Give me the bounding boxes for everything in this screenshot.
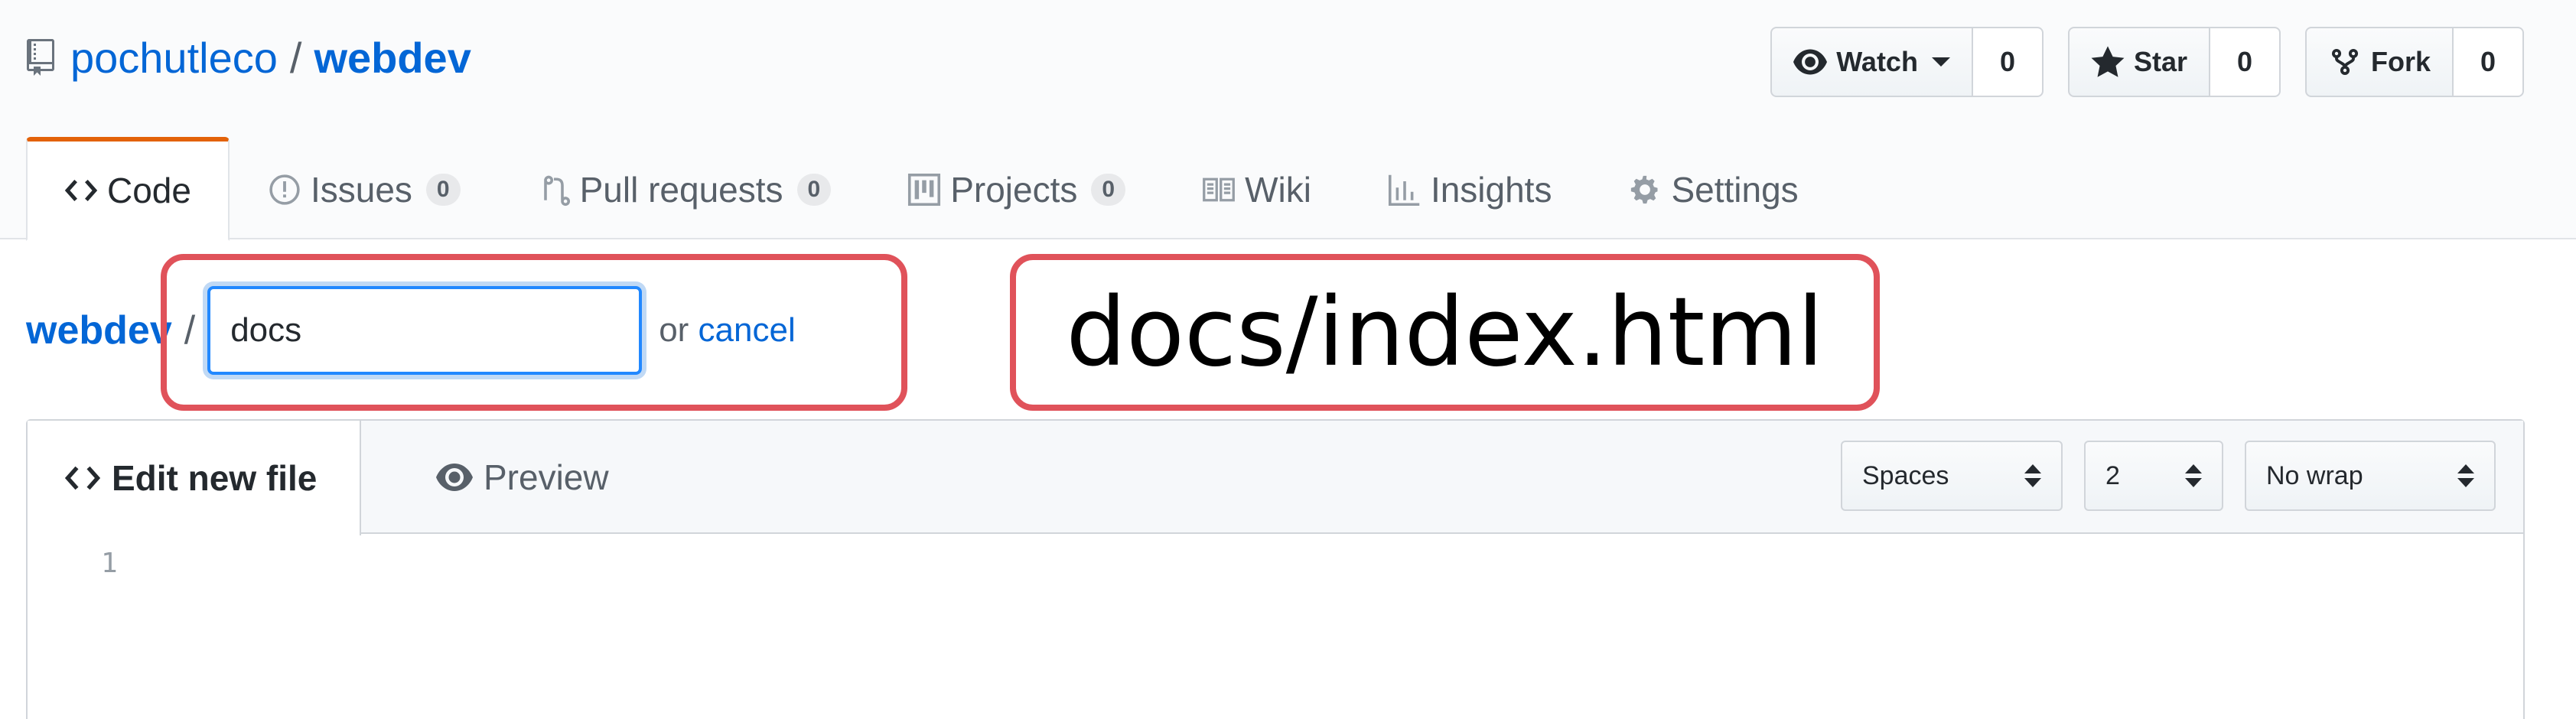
issues-counter: 0 bbox=[425, 174, 461, 206]
eye-icon bbox=[1793, 49, 1828, 75]
watch-button[interactable]: Watch bbox=[1770, 27, 1973, 97]
pull-requests-counter: 0 bbox=[796, 174, 832, 206]
pagehead-actions: Watch 0 Star 0 Fork 0 bbox=[1770, 27, 2524, 97]
star-label: Star bbox=[2133, 46, 2187, 77]
tab-projects-label: Projects bbox=[950, 170, 1078, 210]
repo-name-link[interactable]: webdev bbox=[314, 33, 471, 83]
tab-settings-label: Settings bbox=[1671, 170, 1799, 210]
watch-group: Watch 0 bbox=[1770, 27, 2044, 97]
tab-wiki-label: Wiki bbox=[1245, 170, 1311, 210]
line-number-gutter: 1 bbox=[101, 548, 118, 579]
tab-wiki[interactable]: Wiki bbox=[1164, 137, 1350, 239]
tab-preview[interactable]: Preview bbox=[399, 421, 646, 534]
repo-icon bbox=[27, 39, 54, 76]
issue-icon bbox=[269, 174, 300, 205]
editor-options: Spaces 2 No wrap bbox=[1841, 441, 2496, 511]
wrap-mode-select[interactable]: No wrap bbox=[2245, 441, 2496, 511]
select-arrows-icon bbox=[2457, 464, 2474, 487]
wrap-mode-value: No wrap bbox=[2266, 460, 2363, 490]
fork-icon bbox=[2331, 48, 2358, 76]
watch-count[interactable]: 0 bbox=[1972, 27, 2044, 97]
code-icon bbox=[64, 466, 101, 490]
tab-settings[interactable]: Settings bbox=[1590, 137, 1836, 239]
editor-header: Edit new file Preview Spaces 2 No wrap bbox=[28, 421, 2523, 535]
star-group: Star 0 bbox=[2067, 27, 2281, 97]
book-icon bbox=[1203, 177, 1235, 202]
repo-title: pochutleco / webdev bbox=[26, 31, 471, 84]
chevron-down-icon bbox=[1931, 57, 1950, 67]
projects-counter: 0 bbox=[1091, 174, 1126, 206]
indent-size-value: 2 bbox=[2105, 460, 2120, 490]
tab-projects[interactable]: Projects 0 bbox=[869, 137, 1164, 239]
pull-request-icon bbox=[543, 175, 570, 206]
tab-issues[interactable]: Issues 0 bbox=[230, 137, 499, 239]
annotation-box: docs/index.html bbox=[1010, 254, 1880, 411]
repo-nav: Code Issues 0 Pull requests 0 Projects 0… bbox=[26, 137, 1837, 241]
page: pochutleco / webdev Watch 0 Star 0 Fork … bbox=[0, 0, 2576, 719]
tab-edit-label: Edit new file bbox=[112, 458, 318, 498]
tab-code-label: Code bbox=[107, 171, 191, 210]
select-arrows-icon bbox=[2024, 464, 2041, 487]
tab-issues-label: Issues bbox=[310, 170, 412, 210]
code-icon bbox=[64, 179, 98, 202]
tab-pull-requests[interactable]: Pull requests 0 bbox=[499, 137, 870, 239]
indent-size-select[interactable]: 2 bbox=[2084, 441, 2223, 511]
watch-label: Watch bbox=[1836, 46, 1918, 77]
tab-edit-new-file[interactable]: Edit new file bbox=[28, 421, 361, 535]
indent-mode-select[interactable]: Spaces bbox=[1841, 441, 2063, 511]
gear-icon bbox=[1631, 175, 1658, 204]
star-button[interactable]: Star bbox=[2067, 27, 2210, 97]
annotation-text: docs/index.html bbox=[1066, 277, 1824, 388]
highlight-box-filename bbox=[161, 254, 907, 411]
tab-preview-label: Preview bbox=[484, 457, 609, 497]
star-count[interactable]: 0 bbox=[2210, 27, 2281, 97]
fork-group: Fork 0 bbox=[2304, 27, 2524, 97]
line-number: 1 bbox=[101, 548, 118, 579]
file-editor: Edit new file Preview Spaces 2 No wrap 1 bbox=[26, 419, 2525, 719]
repo-header: pochutleco / webdev Watch 0 Star 0 Fork … bbox=[0, 0, 2576, 241]
indent-mode-value: Spaces bbox=[1862, 460, 1949, 490]
repo-separator: / bbox=[289, 33, 302, 82]
project-icon bbox=[908, 173, 941, 207]
fork-count[interactable]: 0 bbox=[2454, 27, 2524, 97]
tab-pull-requests-label: Pull requests bbox=[579, 170, 783, 210]
eye-icon bbox=[436, 464, 473, 491]
tab-code[interactable]: Code bbox=[26, 137, 230, 241]
tab-insights-label: Insights bbox=[1430, 170, 1552, 210]
select-arrows-icon bbox=[2185, 464, 2202, 487]
graph-icon bbox=[1388, 174, 1420, 207]
repo-owner-link[interactable]: pochutleco bbox=[70, 33, 278, 83]
tab-insights[interactable]: Insights bbox=[1350, 137, 1591, 239]
star-icon bbox=[2091, 46, 2125, 77]
fork-label: Fork bbox=[2370, 46, 2431, 77]
breadcrumb-root-link[interactable]: webdev bbox=[26, 307, 172, 353]
fork-button[interactable]: Fork bbox=[2304, 27, 2454, 97]
